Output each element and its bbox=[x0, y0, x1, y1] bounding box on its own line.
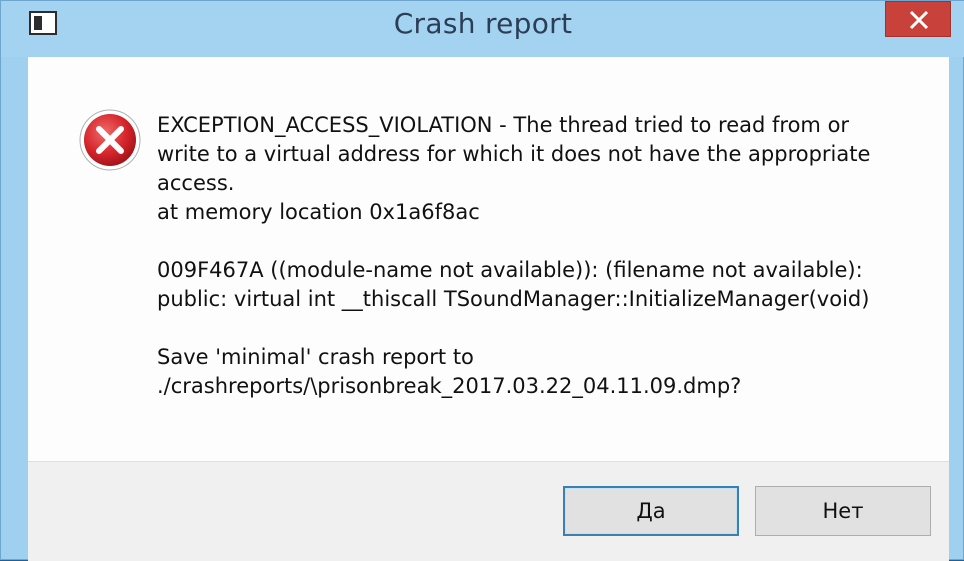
message-line: access. bbox=[157, 171, 235, 195]
no-button[interactable]: Нет bbox=[755, 486, 931, 536]
message-line: public: virtual int __thiscall TSoundMan… bbox=[157, 287, 870, 311]
message-line: at memory location 0x1a6f8ac bbox=[157, 200, 480, 224]
message-line: 009F467A ((module-name not available)): … bbox=[157, 258, 863, 282]
message-line: write to a virtual address for which it … bbox=[157, 142, 871, 166]
message-line: ./crashreports/\prisonbreak_2017.03.22_0… bbox=[157, 374, 742, 398]
close-icon bbox=[909, 10, 929, 30]
error-icon bbox=[79, 109, 141, 171]
message-line: Save 'minimal' crash report to bbox=[157, 345, 474, 369]
dialog-content: EXCEPTION_ACCESS_VIOLATION - The thread … bbox=[28, 57, 949, 461]
crash-report-dialog: Crash report EXCEPTION_ACCESS_VIOLATION … bbox=[0, 0, 964, 561]
yes-button[interactable]: Да bbox=[563, 486, 739, 536]
close-button[interactable] bbox=[885, 1, 951, 37]
title-bar[interactable]: Crash report bbox=[1, 1, 964, 57]
button-bar: Да Нет bbox=[28, 461, 949, 561]
window-title: Crash report bbox=[393, 7, 573, 40]
error-message: EXCEPTION_ACCESS_VIOLATION - The thread … bbox=[157, 111, 917, 401]
message-line: EXCEPTION_ACCESS_VIOLATION - The thread … bbox=[157, 113, 850, 137]
